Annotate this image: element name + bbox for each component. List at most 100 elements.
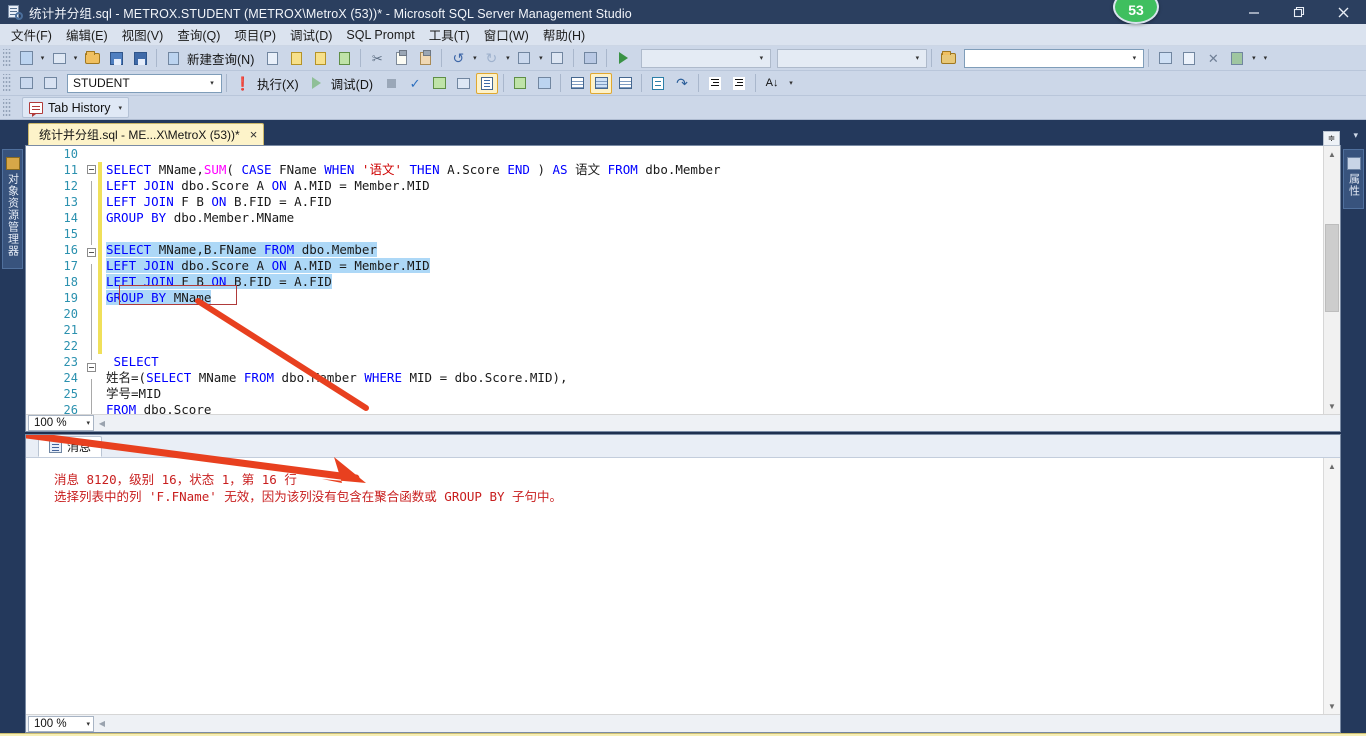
toolbar-grip[interactable] bbox=[3, 74, 11, 92]
cut-icon[interactable]: ✂ bbox=[366, 48, 388, 69]
minimize-button[interactable] bbox=[1231, 0, 1276, 24]
chevron-down-icon[interactable]: ▾ bbox=[119, 104, 123, 112]
code-line[interactable]: LEFT JOIN F B ON B.FID = A.FID bbox=[106, 194, 1323, 210]
stop-icon[interactable] bbox=[380, 73, 402, 94]
code-line[interactable] bbox=[106, 322, 1323, 338]
code-line[interactable]: LEFT JOIN dbo.Score A ON A.MID = Member.… bbox=[106, 258, 1323, 274]
code-line[interactable] bbox=[106, 146, 1323, 162]
decrease-indent-icon[interactable] bbox=[704, 73, 726, 94]
close-button[interactable] bbox=[1321, 0, 1366, 24]
include-actual-plan-icon[interactable] bbox=[509, 73, 531, 94]
code-line[interactable]: 姓名=(SELECT MName FROM dbo.Member WHERE M… bbox=[106, 370, 1323, 386]
chevron-down-icon[interactable]: ▾ bbox=[38, 48, 47, 69]
results-vertical-scrollbar[interactable]: ▲ ▼ bbox=[1323, 458, 1340, 714]
prompt-tools-icon[interactable]: ✕ bbox=[1202, 48, 1224, 69]
new-item-icon[interactable] bbox=[15, 48, 37, 69]
toolbox-icon[interactable] bbox=[579, 48, 601, 69]
code-line[interactable]: SELECT MName,B.FName FROM dbo.Member bbox=[106, 242, 1323, 258]
close-icon[interactable]: × bbox=[250, 128, 258, 141]
display-estimated-plan-icon[interactable] bbox=[428, 73, 450, 94]
menu-file[interactable]: 文件(F) bbox=[4, 23, 59, 46]
menu-tools[interactable]: 工具(T) bbox=[422, 23, 477, 46]
maximize-button[interactable] bbox=[1276, 0, 1321, 24]
sidebar-item-properties[interactable]: 属性 bbox=[1343, 149, 1364, 209]
chevron-down-icon[interactable]: ▾ bbox=[503, 48, 512, 69]
menu-project[interactable]: 项目(P) bbox=[227, 23, 283, 46]
menu-edit[interactable]: 编辑(E) bbox=[59, 23, 115, 46]
new-query-label[interactable]: 新建查询(N) bbox=[185, 49, 260, 68]
menu-debug[interactable]: 调试(D) bbox=[283, 23, 339, 46]
code-line[interactable]: SELECT MName,SUM( CASE FName WHEN '语文' T… bbox=[106, 162, 1323, 178]
undo-icon[interactable]: ↺ bbox=[447, 48, 469, 69]
new-dmx-query-icon[interactable] bbox=[309, 48, 331, 69]
sql-editor[interactable]: 10 11 12 13 14 15 16 17 18 19 20 21 22 23 24 25 26 SELEC… bbox=[25, 131, 1341, 432]
toolbar-grip[interactable] bbox=[3, 49, 11, 67]
chevron-down-icon[interactable]: ▾ bbox=[71, 48, 80, 69]
new-query-icon[interactable] bbox=[162, 48, 184, 69]
fold-toggle[interactable] bbox=[84, 165, 98, 181]
toolbar-combo-1[interactable]: ▾ bbox=[641, 48, 772, 68]
chevron-down-icon[interactable]: ▾ bbox=[1127, 50, 1141, 67]
editor-scroll-thumb[interactable] bbox=[1325, 224, 1339, 312]
code-line[interactable]: GROUP BY MName bbox=[106, 290, 1323, 306]
chevron-down-icon[interactable]: ▾ bbox=[86, 419, 90, 427]
scroll-down-icon[interactable]: ▼ bbox=[1324, 398, 1340, 414]
new-project-icon[interactable] bbox=[48, 48, 70, 69]
code-line[interactable]: LEFT JOIN F B ON B.FID = A.FID bbox=[106, 274, 1323, 290]
snippet-icon[interactable] bbox=[1178, 48, 1200, 69]
code-line[interactable]: FROM dbo.Score bbox=[106, 402, 1323, 414]
copy-icon[interactable] bbox=[390, 48, 412, 69]
tab-list-chevron-icon[interactable]: ▾ bbox=[1353, 130, 1358, 141]
include-client-stats-icon[interactable] bbox=[533, 73, 555, 94]
scroll-left-icon[interactable]: ◀ bbox=[94, 415, 110, 431]
code-line[interactable]: SELECT bbox=[106, 354, 1323, 370]
code-line[interactable] bbox=[106, 338, 1323, 354]
format-icon[interactable]: A↓ bbox=[761, 73, 783, 94]
execute-icon[interactable]: ❗ bbox=[232, 73, 254, 94]
toolbar-grip[interactable] bbox=[3, 98, 11, 117]
editor-split-handle[interactable]: ≑ bbox=[1323, 131, 1340, 146]
uncomment-icon[interactable]: ↷ bbox=[671, 73, 693, 94]
editor-vertical-scrollbar[interactable]: ≑ ▲ ▼ bbox=[1323, 131, 1340, 414]
new-xmla-query-icon[interactable] bbox=[333, 48, 355, 69]
menu-window[interactable]: 窗口(W) bbox=[477, 23, 536, 46]
scroll-up-icon[interactable]: ▲ bbox=[1324, 458, 1340, 474]
results-to-text-icon[interactable] bbox=[476, 72, 499, 94]
editor-zoom-selector[interactable]: 100 % ▾ bbox=[28, 415, 94, 431]
toolbar-overflow-icon[interactable]: ▾ bbox=[786, 73, 796, 93]
results-zoom-selector[interactable]: 100 % ▾ bbox=[28, 715, 94, 732]
menu-query[interactable]: 查询(Q) bbox=[170, 23, 227, 46]
scroll-up-icon[interactable]: ▲ bbox=[1324, 146, 1340, 162]
sql-editor-surface[interactable]: 10 11 12 13 14 15 16 17 18 19 20 21 22 23 24 25 26 SELEC… bbox=[26, 146, 1323, 414]
connect-icon[interactable] bbox=[15, 73, 37, 94]
chevron-down-icon[interactable]: ▾ bbox=[536, 48, 545, 69]
code-line[interactable] bbox=[106, 306, 1323, 322]
results-to-file-icon[interactable] bbox=[614, 73, 636, 94]
search-input[interactable]: ▾ bbox=[964, 48, 1145, 68]
code-line[interactable] bbox=[106, 226, 1323, 242]
messages-content[interactable]: 消息 8120，级别 16，状态 1，第 16 行 选择列表中的列 'F.FNa… bbox=[26, 458, 1323, 714]
color-panel-icon[interactable] bbox=[1226, 48, 1248, 69]
results-pane[interactable]: 消息 消息 8120，级别 16，状态 1，第 16 行 选择列表中的列 'F.… bbox=[25, 434, 1341, 733]
disconnect-icon[interactable] bbox=[39, 73, 61, 94]
chevron-down-icon[interactable]: ▾ bbox=[470, 48, 479, 69]
toolbar-overflow-icon[interactable]: ▾ bbox=[1260, 48, 1270, 68]
save-all-icon[interactable] bbox=[129, 48, 151, 69]
code-line[interactable]: LEFT JOIN dbo.Score A ON A.MID = Member.… bbox=[106, 178, 1323, 194]
chevron-down-icon[interactable]: ▾ bbox=[910, 50, 924, 67]
start-debug-icon[interactable] bbox=[612, 48, 634, 69]
scroll-down-icon[interactable]: ▼ bbox=[1324, 698, 1340, 714]
fold-toggle[interactable] bbox=[84, 248, 98, 264]
debug-icon[interactable] bbox=[306, 73, 328, 94]
tab-messages[interactable]: 消息 bbox=[38, 436, 103, 457]
new-mdx-query-icon[interactable] bbox=[285, 48, 307, 69]
navigate-backward-icon[interactable] bbox=[513, 48, 535, 69]
navigate-forward-icon[interactable] bbox=[546, 48, 568, 69]
document-tab[interactable]: 统计并分组.sql - ME...X\MetroX (53))* × bbox=[28, 123, 265, 145]
sidebar-item-object-explorer[interactable]: 对象资源管理器 bbox=[2, 149, 23, 269]
menu-help[interactable]: 帮助(H) bbox=[536, 23, 592, 46]
code-line[interactable]: GROUP BY dbo.Member.MName bbox=[106, 210, 1323, 226]
redo-icon[interactable]: ↻ bbox=[480, 48, 502, 69]
menu-sql-prompt[interactable]: SQL Prompt bbox=[339, 26, 421, 44]
chevron-down-icon[interactable]: ▾ bbox=[205, 75, 219, 92]
